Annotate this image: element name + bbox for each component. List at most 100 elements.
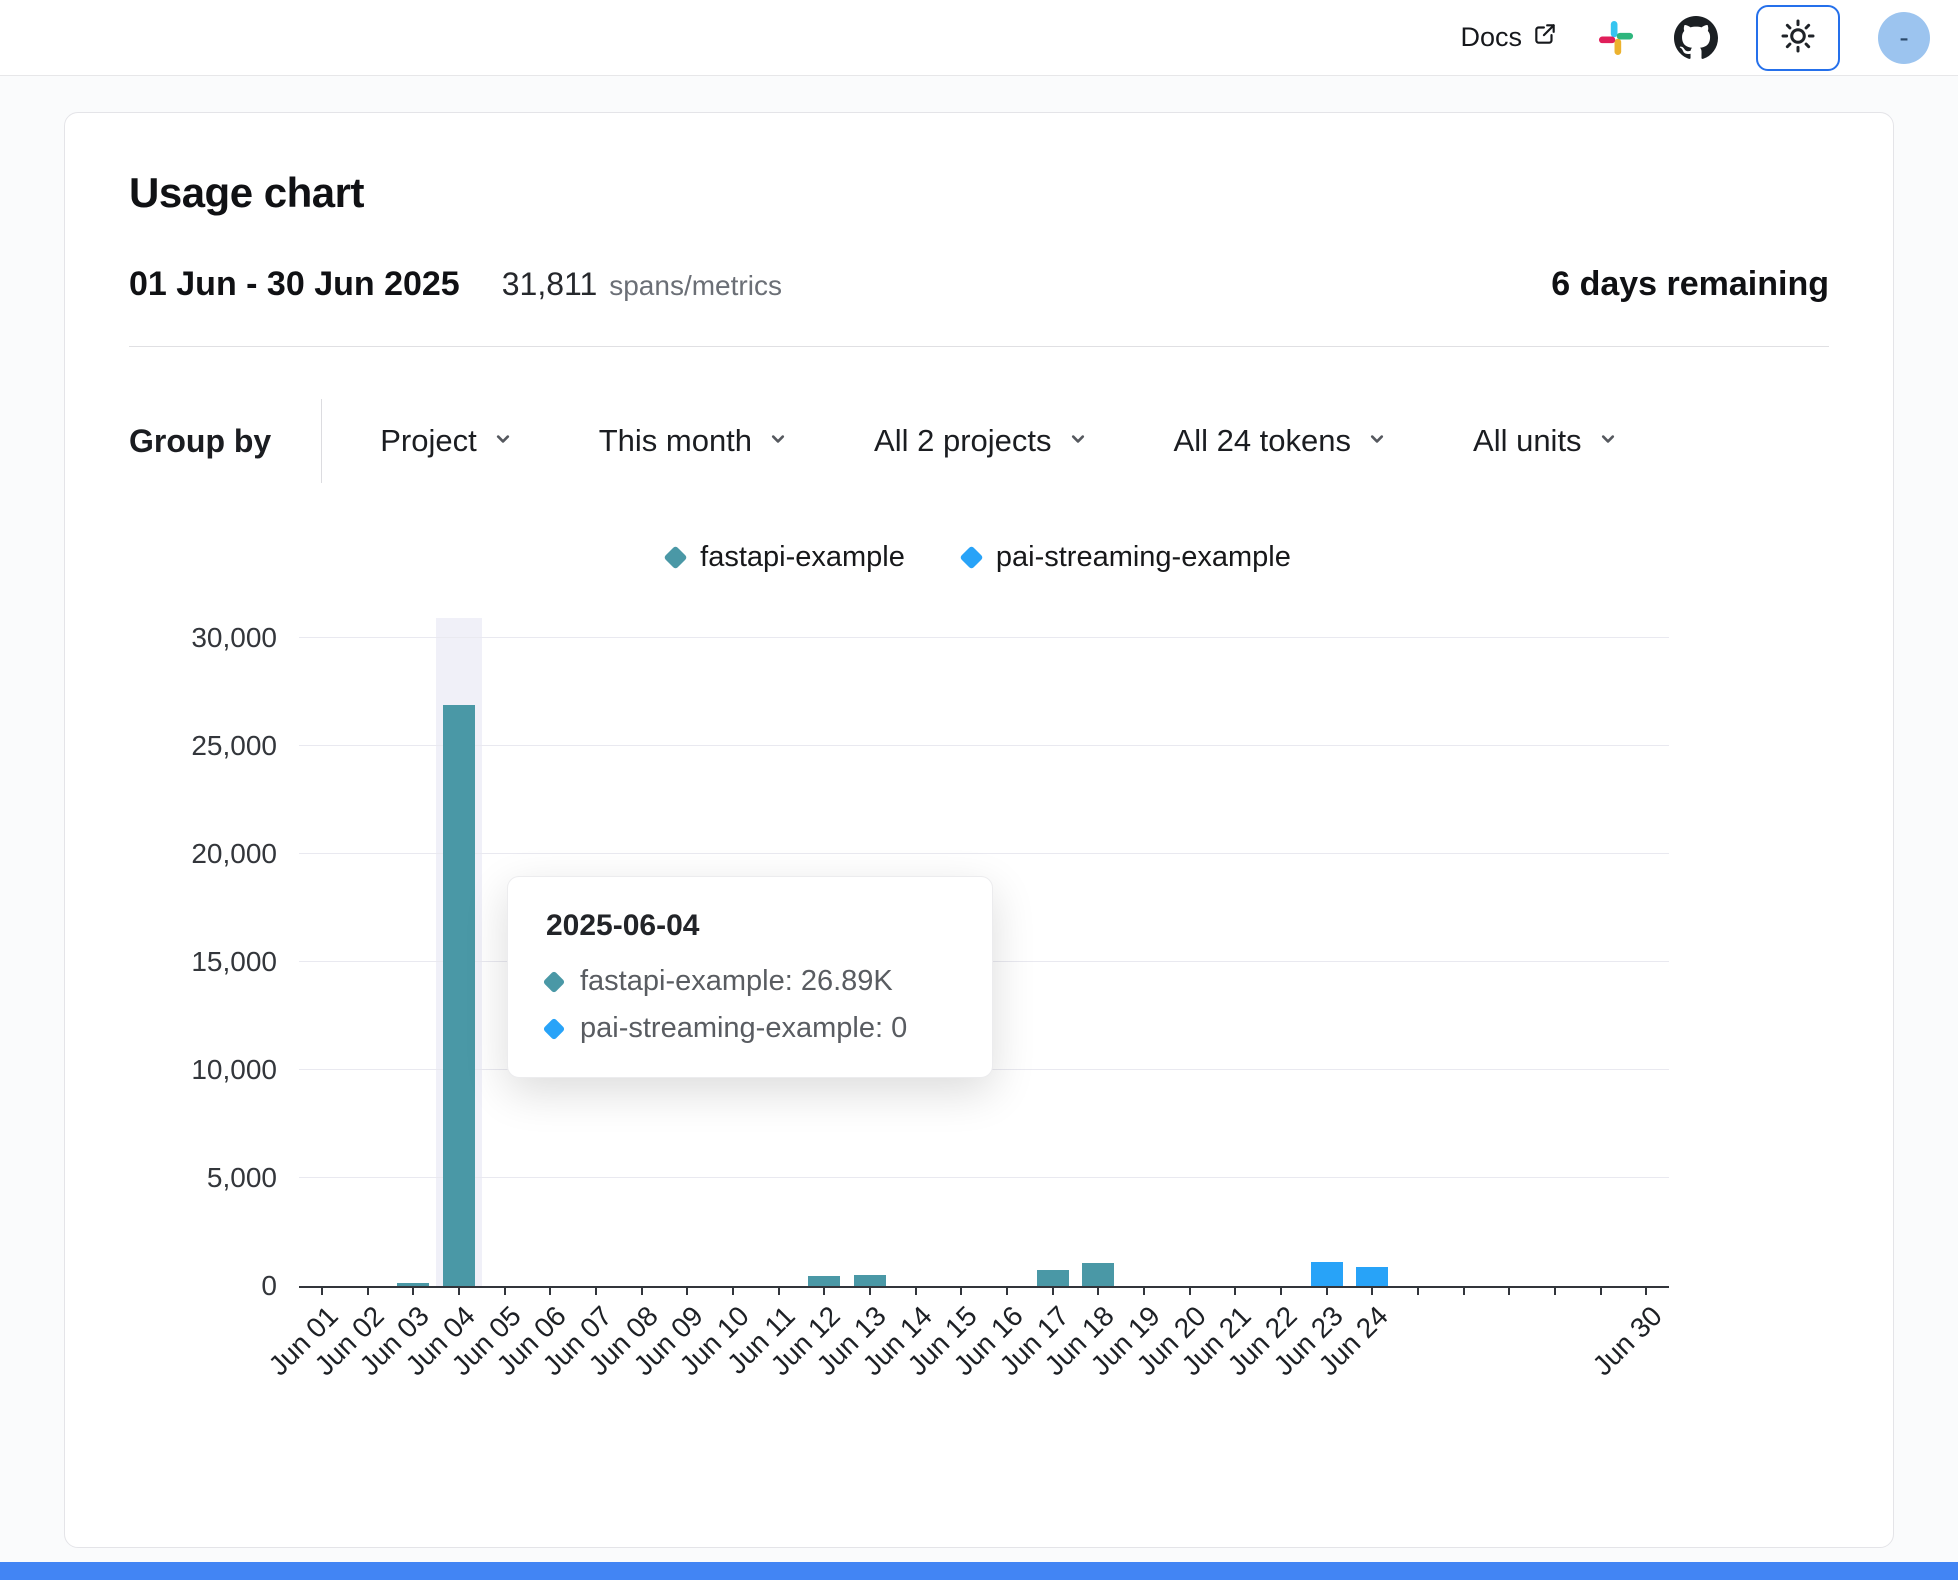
x-axis-tick [504, 1286, 506, 1295]
github-icon[interactable] [1674, 16, 1718, 60]
x-axis-tick [869, 1286, 871, 1295]
x-axis-tick [686, 1286, 688, 1295]
x-axis-tick [1280, 1286, 1282, 1295]
tooltip-row-text: pai-streaming-example: 0 [580, 1012, 907, 1045]
y-axis-label: 30,000 [191, 622, 277, 654]
y-axis-label: 20,000 [191, 838, 277, 870]
bar-fastapi-example[interactable] [808, 1276, 840, 1286]
x-axis-tick [915, 1286, 917, 1295]
x-axis-tick [549, 1286, 551, 1295]
x-axis-tick [367, 1286, 369, 1295]
meta-row: 01 Jun - 30 Jun 2025 31,811 spans/metric… [129, 265, 1829, 304]
usage-count: 31,811 [502, 266, 598, 303]
x-axis-tick [1234, 1286, 1236, 1295]
bar-fastapi-example[interactable] [854, 1275, 886, 1286]
avatar[interactable]: - [1878, 12, 1930, 64]
dropdown-label: All units [1473, 423, 1582, 459]
chevron-down-icon [1066, 423, 1090, 459]
chevron-down-icon [491, 423, 515, 459]
x-axis-tick [1508, 1286, 1510, 1295]
chevron-down-icon [766, 423, 790, 459]
x-axis-tick [595, 1286, 597, 1295]
y-axis-label: 5,000 [207, 1162, 277, 1194]
y-axis-label: 25,000 [191, 730, 277, 762]
date-range: 01 Jun - 30 Jun 2025 [129, 265, 460, 304]
x-axis-tick [1417, 1286, 1419, 1295]
tooltip-row: fastapi-example: 26.89K [546, 965, 954, 998]
x-axis-tick [1600, 1286, 1602, 1295]
gridline [299, 853, 1669, 854]
bottom-strip [0, 1562, 1958, 1580]
bar-pai-streaming-example[interactable] [1356, 1267, 1388, 1286]
x-axis-tick [778, 1286, 780, 1295]
x-axis-tick [1189, 1286, 1191, 1295]
series-diamond-icon [543, 970, 566, 993]
dropdown-units-filter[interactable]: All units [1473, 423, 1620, 459]
x-axis-tick [1463, 1286, 1465, 1295]
y-axis-label: 15,000 [191, 946, 277, 978]
x-axis-tick [1645, 1286, 1647, 1295]
tooltip-row-text: fastapi-example: 26.89K [580, 965, 893, 998]
docs-link[interactable]: Docs [1460, 21, 1558, 54]
x-axis-tick [1326, 1286, 1328, 1295]
x-axis-tick [1143, 1286, 1145, 1295]
dropdown-time-range[interactable]: This month [599, 423, 790, 459]
bar-fastapi-example[interactable] [397, 1283, 429, 1286]
dropdown-projects-filter[interactable]: All 2 projects [874, 423, 1089, 459]
bar-fastapi-example[interactable] [443, 705, 475, 1286]
legend-item[interactable]: pai-streaming-example [963, 541, 1291, 574]
legend-item[interactable]: fastapi-example [667, 541, 905, 574]
x-axis-tick [1006, 1286, 1008, 1295]
top-navbar: Docs - [0, 0, 1958, 76]
gridline [299, 1177, 1669, 1178]
legend-diamond-icon [959, 545, 983, 569]
sun-icon [1780, 18, 1816, 57]
x-axis-tick [732, 1286, 734, 1295]
chart-tooltip: 2025-06-04 fastapi-example: 26.89K pai-s… [507, 876, 993, 1078]
page: Usage chart 01 Jun - 30 Jun 2025 31,811 … [0, 76, 1958, 1562]
tooltip-row: pai-streaming-example: 0 [546, 1012, 954, 1045]
dropdown-label: Project [380, 423, 476, 459]
legend-label: pai-streaming-example [996, 541, 1291, 574]
x-axis-tick [321, 1286, 323, 1295]
divider [129, 346, 1829, 347]
x-axis-tick [1371, 1286, 1373, 1295]
series-diamond-icon [543, 1017, 566, 1040]
chevron-down-icon [1365, 423, 1389, 459]
x-axis-tick [1097, 1286, 1099, 1295]
dropdown-group-by-project[interactable]: Project [380, 423, 514, 459]
slack-icon[interactable] [1596, 18, 1636, 58]
docs-label: Docs [1460, 22, 1522, 53]
x-axis-tick [823, 1286, 825, 1295]
card-title: Usage chart [129, 169, 1829, 217]
tooltip-title: 2025-06-04 [546, 909, 954, 943]
legend-label: fastapi-example [700, 541, 905, 574]
x-axis-tick [458, 1286, 460, 1295]
x-axis-tick [960, 1286, 962, 1295]
x-axis-tick [1052, 1286, 1054, 1295]
external-link-icon [1532, 21, 1558, 54]
usage-chart: 0 5,000 10,000 15,000 20,000 25,000 30,000 Jun … [129, 618, 1829, 1418]
gridline [299, 637, 1669, 638]
x-axis-label: Jun 30 [1587, 1300, 1669, 1382]
theme-toggle-button[interactable] [1756, 5, 1840, 71]
y-axis-label: 0 [261, 1270, 277, 1302]
dropdown-label: All 2 projects [874, 423, 1051, 459]
usage-unit: spans/metrics [609, 270, 782, 302]
x-axis-tick [641, 1286, 643, 1295]
days-remaining: 6 days remaining [1551, 265, 1829, 304]
legend-diamond-icon [664, 545, 688, 569]
bar-fastapi-example[interactable] [1037, 1270, 1069, 1286]
avatar-label: - [1899, 22, 1908, 54]
dropdown-label: This month [599, 423, 752, 459]
bar-fastapi-example[interactable] [1082, 1263, 1114, 1286]
filter-bar: Group by Project This month All 2 projec… [129, 399, 1829, 483]
x-axis-tick [1554, 1286, 1556, 1295]
dropdown-tokens-filter[interactable]: All 24 tokens [1174, 423, 1390, 459]
y-axis-label: 10,000 [191, 1054, 277, 1086]
group-by-label: Group by [129, 423, 271, 460]
gridline [299, 745, 1669, 746]
chart-legend: fastapi-example pai-streaming-example [129, 541, 1829, 574]
usage-card: Usage chart 01 Jun - 30 Jun 2025 31,811 … [64, 112, 1894, 1548]
bar-pai-streaming-example[interactable] [1311, 1262, 1343, 1286]
